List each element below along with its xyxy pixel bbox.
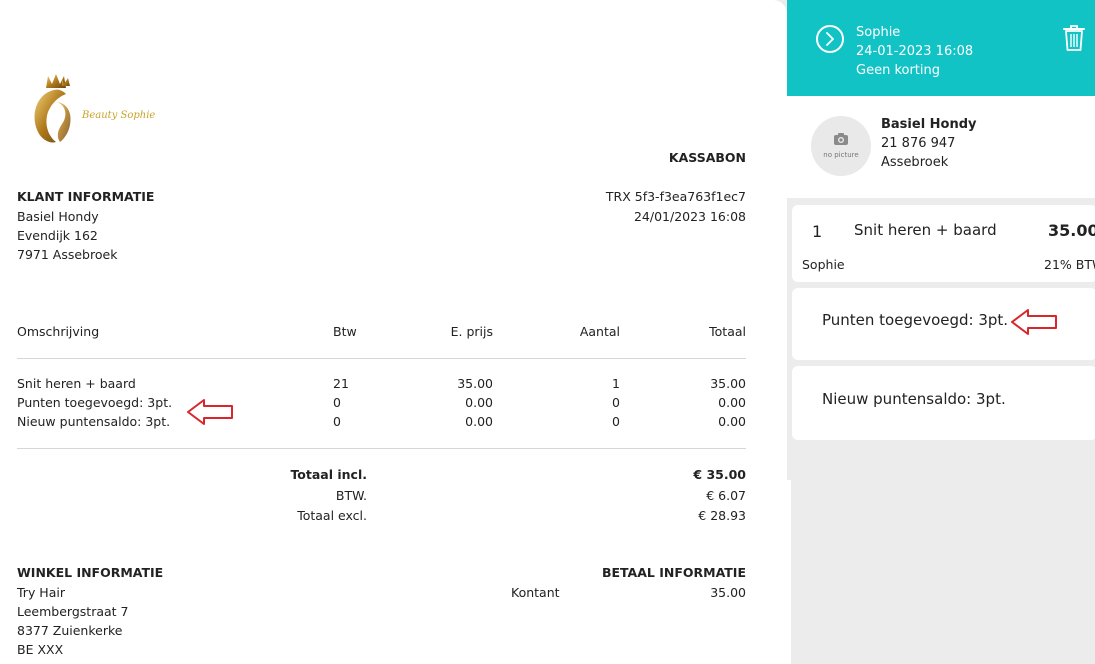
row-desc: Nieuw puntensaldo: 3pt. [17,414,171,429]
betaal-method: Kontant [511,585,560,600]
header-discount[interactable]: Geen korting [856,63,940,78]
row-btw: 0 [333,395,341,410]
row-totaal: 0.00 [718,395,746,410]
row-btw: 21 [333,376,349,391]
col-header-aantal: Aantal [579,324,620,339]
total-excl-value: € 28.93 [698,508,746,523]
col-header-totaal: Totaal [709,324,746,339]
row-desc: Punten toegevoegd: 3pt. [17,395,173,410]
winkel-city: 8377 Zuienkerke [17,623,123,638]
arrow-left-icon [187,399,233,425]
camera-icon [834,133,848,145]
logo-text: Beauty Sophie [82,110,156,121]
points-balance-card[interactable]: Nieuw puntensaldo: 3pt. [792,366,1095,440]
chevron-right-icon [826,32,834,46]
trash-icon[interactable] [1062,24,1086,52]
klant-city: 7971 Assebroek [17,247,118,262]
customer-name: Basiel Hondy [881,117,977,132]
col-header-btw: Btw [333,324,357,339]
transaction-datetime: 24/01/2023 16:08 [633,209,746,224]
row-aantal: 1 [612,376,620,391]
klant-street: Evendijk 162 [17,228,98,243]
col-header-desc: Omschrijving [17,324,100,339]
header-employee: Sophie [856,25,901,40]
receipt-title: KASSABON [668,150,746,165]
row-totaal: 35.00 [710,376,746,391]
winkel-name: Try Hair [17,585,65,600]
points-added-text: Punten toegevoegd: 3pt. [822,311,1009,329]
winkel-street: Leembergstraat 7 [17,604,129,619]
row-eprijs: 35.00 [457,376,493,391]
order-side-panel: Sophie 24-01-2023 16:08 Geen korting no … [787,0,1095,664]
transaction-id: TRX 5f3-f3ea763f1ec7 [605,189,746,204]
arrow-left-icon [1011,309,1057,335]
line-item-qty: 1 [812,222,823,241]
logo-crown-figure-icon [34,74,71,143]
divider [17,448,746,449]
next-button[interactable] [816,25,844,53]
total-incl-value: € 35.00 [693,467,746,482]
no-picture-label: no picture [823,151,859,159]
customer-city: Assebroek [881,155,949,170]
col-header-eprijs: E. prijs [450,324,493,339]
avatar: no picture [811,116,871,176]
klant-heading: KLANT INFORMATIE [17,189,155,204]
receipt-panel: Beauty Sophie KASSABON KLANT INFORMATIE … [0,0,787,664]
points-balance-text: Nieuw puntensaldo: 3pt. [822,390,1006,408]
panel-edge [787,480,791,664]
klant-name: Basiel Hondy [17,209,99,224]
customer-phone: 21 876 947 [881,136,956,151]
total-excl-label: Totaal excl. [297,508,367,523]
line-item-card[interactable]: 1 Snit heren + baard 35.00 Sophie 21% BT… [792,205,1095,282]
betaal-amount: 35.00 [710,585,746,600]
row-aantal: 0 [612,395,620,410]
btw-label: BTW. [335,488,367,503]
row-btw: 0 [333,414,341,429]
line-item-name: Snit heren + baard [854,221,997,239]
points-added-card[interactable]: Punten toegevoegd: 3pt. [792,288,1095,360]
row-eprijs: 0.00 [465,414,493,429]
total-incl-label: Totaal incl. [290,467,367,482]
row-desc: Snit heren + baard [17,376,136,391]
line-item-vat: 21% BTW [1044,257,1095,272]
customer-card[interactable]: no picture Basiel Hondy 21 876 947 Asseb… [787,96,1095,198]
divider [17,358,746,359]
line-item-price: 35.00 [1048,221,1095,240]
row-aantal: 0 [612,414,620,429]
row-eprijs: 0.00 [465,395,493,410]
winkel-vat: BE XXX [17,642,64,657]
row-totaal: 0.00 [718,414,746,429]
betaal-heading: BETAAL INFORMATIE [601,565,746,580]
order-header: Sophie 24-01-2023 16:08 Geen korting [787,0,1095,96]
winkel-heading: WINKEL INFORMATIE [17,565,164,580]
btw-value: € 6.07 [706,488,746,503]
header-datetime: 24-01-2023 16:08 [856,44,974,59]
line-item-employee: Sophie [802,257,845,272]
